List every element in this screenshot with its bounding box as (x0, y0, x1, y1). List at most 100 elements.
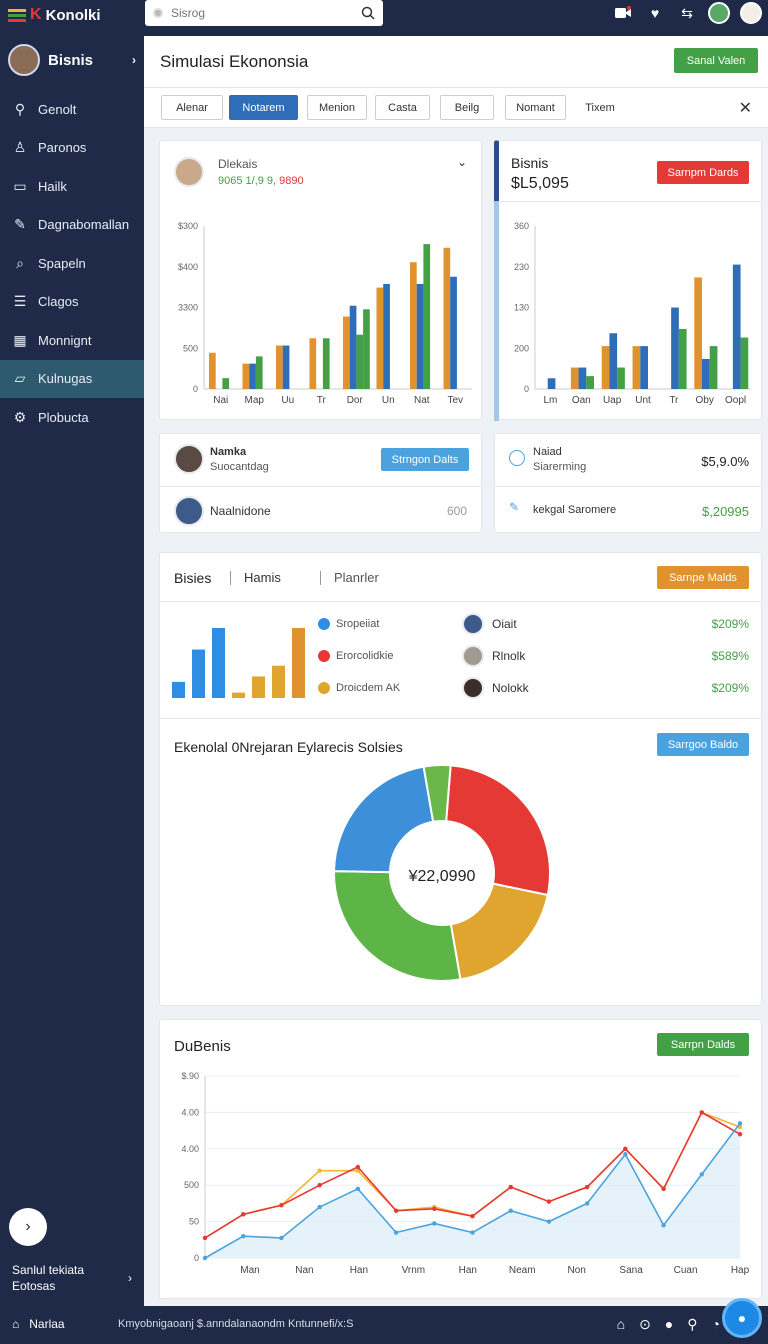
area-fill (205, 1123, 740, 1258)
tab-notarem[interactable]: Notarem (229, 95, 298, 120)
sidebar-user[interactable]: Bisnis › (0, 30, 144, 90)
video-icon[interactable] (612, 2, 634, 24)
notification-icon[interactable]: ● (665, 1316, 673, 1333)
pie-slice (332, 765, 435, 874)
heart-icon[interactable]: ♥ (644, 2, 666, 24)
divider (495, 486, 761, 487)
card-title: Dlekais (218, 157, 258, 171)
bar (671, 307, 679, 389)
primary-button[interactable]: Sanal Valen (674, 48, 758, 73)
fab-button[interactable]: ● (722, 1298, 762, 1338)
search-icon[interactable] (361, 6, 375, 20)
main-content: Simulasi Ekononsia Sanal Valen Alenar No… (144, 36, 768, 1306)
record-icon: ● (737, 1310, 747, 1326)
data-point (737, 1132, 743, 1137)
tab-planrler[interactable]: Planrler (334, 570, 379, 585)
subtitle-red: 9890 (279, 175, 304, 187)
action-button[interactable]: Sarnpe Malds (657, 566, 749, 589)
avatar[interactable] (740, 2, 762, 24)
sidebar-item-label: Kulnugas (38, 371, 93, 387)
bar (349, 305, 357, 389)
data-point (623, 1152, 628, 1157)
data-point (661, 1223, 666, 1228)
action-button[interactable]: Sarrgoo Baldo (657, 733, 749, 756)
chevron-down-icon[interactable]: ⌄ (457, 155, 467, 169)
sidebar-item-dagnabomallan[interactable]: ✎ Dagnabomallan (0, 206, 144, 245)
sidebar-item-hailk[interactable]: ▭ Hailk (0, 167, 144, 206)
bar (443, 247, 451, 389)
settings-icon[interactable]: ⊙ (639, 1316, 651, 1333)
expand-button[interactable]: › (9, 1208, 47, 1246)
x-tick-label: Nai (213, 395, 228, 406)
pie-slice (449, 882, 549, 981)
data-point (317, 1168, 322, 1173)
x-tick-label: Map (245, 395, 265, 406)
sidebar-item-spapeln[interactable]: ⌕ Spapeln (0, 244, 144, 283)
bar (547, 378, 556, 389)
tab-hamis[interactable]: Hamis (244, 570, 281, 585)
home-icon: ⌂ (12, 1317, 20, 1331)
bar (252, 676, 265, 698)
sidebar-item-label: Spapeln (38, 255, 86, 271)
card-title: DuBenis (174, 1038, 231, 1055)
sidebar-footer[interactable]: Sanlul tekiata Eotosas › (12, 1262, 136, 1294)
data-point (355, 1164, 361, 1170)
tab-casta[interactable]: Casta (375, 95, 430, 120)
sidebar-item-clagos[interactable]: ☰ Clagos (0, 283, 144, 322)
pencil-icon[interactable]: ✎ (509, 500, 519, 514)
sidebar-item-paronos[interactable]: ♙ Paronos (0, 129, 144, 168)
sidebar-item-monnignt[interactable]: ▦ Monnignt (0, 321, 144, 360)
card-title: Bisnis (511, 155, 549, 171)
sidebar-item-genolt[interactable]: ⚲ Genolt (0, 90, 144, 129)
data-point (241, 1212, 246, 1217)
bar (242, 363, 250, 389)
person-name: Namka (210, 446, 247, 458)
divider (499, 201, 762, 202)
search-input[interactable] (171, 6, 353, 20)
person-value: 600 (446, 504, 467, 518)
avatar[interactable] (708, 2, 730, 24)
tab-bisies[interactable]: Bisies (174, 570, 211, 586)
brand[interactable]: K Konolki (8, 6, 101, 24)
x-tick-label: Uap (603, 395, 622, 406)
chevron-right-icon: › (25, 1218, 31, 1235)
action-button[interactable]: Strngon Dalts (381, 448, 469, 471)
data-point (432, 1206, 437, 1212)
sidebar-item-label: Dagnabomallan (38, 217, 130, 233)
tab-tixem[interactable]: Tixem (574, 95, 626, 120)
chevron-right-icon[interactable]: › (132, 53, 136, 67)
bar-chart: Lm Oan Uap Unt Tr Oby Oopl 0 200 130 230 360 (514, 221, 751, 406)
y-tick-label: 500 (184, 1180, 199, 1190)
sidebar-item-plobucta[interactable]: ⚙ Plobucta (0, 398, 144, 437)
hamburger-icon[interactable] (8, 8, 26, 22)
bar (276, 345, 283, 389)
home-link[interactable]: ⌂ Narlaa (12, 1317, 65, 1331)
search-bar[interactable] (145, 0, 383, 26)
divider (160, 486, 481, 487)
pin-icon[interactable]: ⚲ (687, 1316, 697, 1333)
tab-alenar[interactable]: Alenar (161, 95, 223, 120)
data-point (546, 1219, 552, 1224)
subtitle-green: 9065 1/​,9 9, (218, 175, 277, 187)
home-icon[interactable]: ⌂ (617, 1316, 625, 1333)
compass-icon[interactable]: ◔ (712, 1316, 720, 1333)
x-tick-label: Nan (295, 1265, 313, 1276)
y-tick-label: 360 (514, 221, 529, 231)
close-icon[interactable]: ✕ (739, 98, 752, 118)
tab-menion[interactable]: Menion (307, 95, 367, 120)
action-button[interactable]: Sarnpm Dards (657, 161, 749, 184)
data-point (661, 1186, 666, 1192)
sidebar-item-kulnugas[interactable]: ▱ Kulnugas (0, 359, 144, 398)
avatar (462, 645, 484, 667)
x-tick-label: Tr (669, 395, 679, 406)
tab-beilg[interactable]: Beilg (440, 95, 494, 120)
bar-chart: Nai Map Uu Tr Dor Un Nat Tev 0 500 3300 $400 $300 (178, 221, 472, 406)
swap-icon[interactable]: ⇆ (676, 2, 698, 24)
action-button[interactable]: Sarrpn Dalds (657, 1033, 749, 1056)
x-tick-label: Tev (447, 395, 463, 406)
bar (376, 287, 384, 389)
bar (249, 363, 256, 389)
tab-nomant[interactable]: Nomant (505, 95, 566, 120)
data-point (737, 1121, 743, 1126)
page-title: Simulasi Ekononsia (160, 52, 309, 71)
